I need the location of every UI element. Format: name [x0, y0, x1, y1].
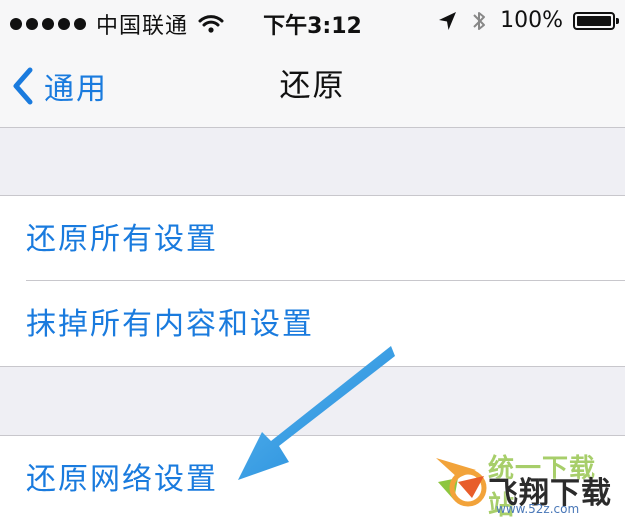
status-bar: 中国联通 下午3:12 100% [0, 0, 625, 46]
status-right: 100% [436, 8, 619, 33]
settings-reset-screen: 中国联通 下午3:12 100% 通用 还原 还原所有设置 抹掉所有内容和设置 … [0, 0, 625, 520]
cell-label: 抹掉所有内容和设置 [26, 307, 314, 342]
page-title: 还原 [279, 68, 346, 104]
battery-percentage: 100% [500, 8, 563, 33]
watermark-url: www.52z.com [496, 502, 580, 516]
cell-label: 还原所有设置 [26, 222, 218, 257]
watermark: 统一下载站 飞翔下载 www.52z.com [432, 440, 622, 520]
location-arrow-icon [439, 11, 457, 30]
battery-icon [573, 11, 619, 30]
cell-label: 还原网络设置 [26, 462, 218, 497]
bluetooth-icon [473, 11, 486, 30]
reset-options-group: 还原所有设置 抹掉所有内容和设置 [0, 195, 625, 367]
watermark-logo-icon [436, 458, 487, 507]
erase-all-content-cell[interactable]: 抹掉所有内容和设置 [0, 281, 625, 366]
reset-all-settings-cell[interactable]: 还原所有设置 [0, 196, 625, 281]
navigation-bar: 通用 还原 [0, 46, 625, 128]
